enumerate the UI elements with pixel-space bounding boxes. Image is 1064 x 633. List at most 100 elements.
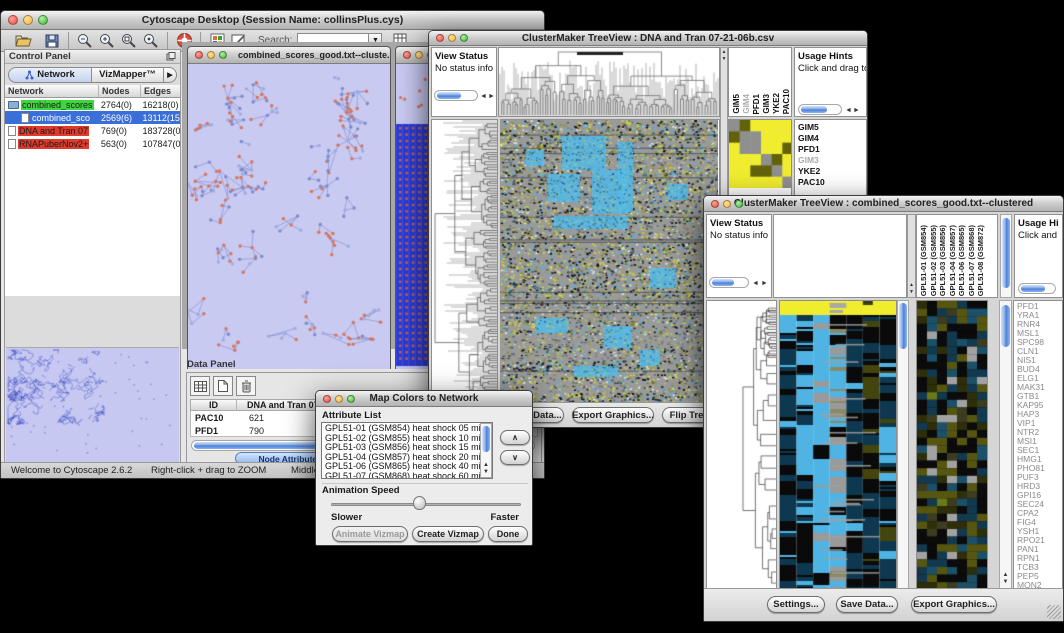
scroll-up-arrow[interactable]: ▲	[483, 462, 489, 469]
delete-attribute-trash-icon[interactable]	[236, 376, 256, 396]
view-status-hscrollbar[interactable]	[709, 277, 749, 288]
scrollbar-thumb[interactable]	[712, 279, 734, 286]
minimize-button[interactable]	[415, 51, 423, 59]
gene-label[interactable]: GIM5	[798, 122, 866, 133]
gene-label[interactable]: GIM3	[798, 155, 866, 166]
heatmap-canvas[interactable]	[780, 301, 896, 589]
speed-slider-thumb[interactable]	[413, 496, 426, 510]
speed-slider-track[interactable]	[331, 503, 521, 506]
row-dendrogram-canvas[interactable]	[432, 120, 498, 404]
close-button[interactable]	[8, 15, 18, 25]
create-vizmap-button[interactable]: Create Vizmap	[412, 526, 484, 542]
gene-label[interactable]: GIM4	[798, 133, 866, 144]
scroll-left-arrow[interactable]: ◄	[480, 93, 487, 100]
move-up-button[interactable]: ∧	[500, 430, 530, 445]
save-data-button[interactable]: Save Data...	[836, 596, 898, 613]
main-titlebar[interactable]: Cytoscape Desktop (Session Name: collins…	[1, 11, 544, 30]
dialog-titlebar[interactable]: Map Colors to Network	[316, 391, 532, 407]
zoom-heatmap-canvas[interactable]	[729, 120, 792, 188]
close-button[interactable]	[436, 34, 444, 42]
minimize-button[interactable]	[23, 15, 33, 25]
network1-titlebar[interactable]: combined_scores_good.txt--cluste...	[188, 47, 390, 64]
gene-list-vscrollbar[interactable]: ▲ ▼	[999, 300, 1012, 589]
export-graphics-button[interactable]: Export Graphics...	[572, 407, 654, 423]
minimize-button[interactable]	[723, 200, 731, 208]
heatmap-canvas[interactable]	[500, 120, 718, 404]
attribute-vscrollbar[interactable]: ▲ ▼	[480, 423, 492, 478]
zoom-out-icon[interactable]	[74, 31, 96, 51]
scroll-down-arrow[interactable]: ▼	[1003, 579, 1009, 586]
scrollbar-thumb[interactable]	[1001, 305, 1010, 347]
export-graphics-button[interactable]: Export Graphics...	[911, 596, 997, 613]
close-button[interactable]	[323, 395, 331, 403]
scroll-left-arrow[interactable]: ◄	[752, 280, 759, 287]
network-table-row[interactable]: combined_sco 2569(6) 13112(15)	[5, 111, 180, 124]
zoom-window-button[interactable]	[460, 34, 468, 42]
open-file-icon[interactable]	[13, 31, 35, 51]
move-down-button[interactable]: ∨	[500, 450, 530, 465]
done-button[interactable]: Done	[488, 526, 528, 542]
minimize-button[interactable]	[448, 34, 456, 42]
data-col-id[interactable]: ID	[191, 400, 237, 410]
vertical-scroll-strip[interactable]: ▲▼	[907, 214, 916, 298]
tab-vizmapper[interactable]: VizMapper™	[92, 67, 164, 83]
scrollbar-thumb[interactable]	[1021, 285, 1045, 292]
heatmap-vscrollbar[interactable]	[897, 300, 909, 589]
row-dendrogram-canvas[interactable]	[707, 301, 777, 589]
scrollbar-thumb[interactable]	[1002, 218, 1010, 288]
scroll-right-arrow[interactable]: ►	[761, 280, 768, 287]
zoom-window-button[interactable]	[735, 200, 743, 208]
scroll-left-arrow[interactable]: ◄	[845, 107, 852, 114]
gene-label[interactable]: PFD1	[798, 144, 866, 155]
zoom-heatmap-panel[interactable]	[916, 300, 988, 589]
heatmap-panel[interactable]	[500, 119, 720, 404]
usage-hints-hscrollbar[interactable]	[1018, 283, 1056, 294]
attribute-item[interactable]: GPL51-07 (GSM868) heat shock 60 min	[325, 472, 492, 480]
zoom-heatmap-canvas[interactable]	[917, 301, 987, 589]
attribute-listbox[interactable]: GPL51-01 (GSM854) heat shock 05 minGPL51…	[321, 422, 493, 479]
view-status-hscrollbar[interactable]	[434, 90, 478, 101]
close-button[interactable]	[403, 51, 411, 59]
column-dendrogram-panel[interactable]	[773, 214, 907, 298]
resize-grip[interactable]	[1047, 605, 1061, 619]
minimize-button[interactable]	[335, 395, 343, 403]
zoom-window-button[interactable]	[347, 395, 355, 403]
minimize-button[interactable]	[207, 51, 215, 59]
settings-button[interactable]: Settings...	[767, 596, 825, 613]
network-overview-panel[interactable]	[6, 347, 179, 462]
tab-network[interactable]: Network	[8, 67, 92, 83]
scrollbar-thumb[interactable]	[801, 106, 827, 113]
gene-label[interactable]: YKE2	[798, 166, 866, 177]
array-labels-vscrollbar[interactable]	[1000, 214, 1012, 298]
usage-hints-hscrollbar[interactable]	[798, 104, 842, 115]
close-button[interactable]	[195, 51, 203, 59]
column-dendrogram-panel[interactable]	[498, 47, 720, 117]
new-attribute-icon[interactable]	[213, 376, 233, 396]
tab-overflow-arrow[interactable]: ▶	[164, 67, 177, 83]
network-table-row[interactable]: DNA and Tran 07 769(0) 183728(0)	[5, 124, 180, 137]
gene-label[interactable]: PAC10	[798, 177, 866, 188]
scrollbar-thumb[interactable]	[899, 303, 907, 349]
zoom-window-button[interactable]	[38, 15, 48, 25]
zoom-fit-icon[interactable]	[118, 31, 140, 51]
treeview-dna-titlebar[interactable]: ClusterMaker TreeView : DNA and Tran 07-…	[429, 31, 867, 46]
animate-vizmap-button[interactable]: Animate Vizmap	[332, 526, 408, 542]
network-table-row[interactable]: RNAPuberNov2+ 563(0) 107847(0)	[5, 137, 180, 150]
save-icon[interactable]	[41, 31, 63, 51]
scrollbar-thumb[interactable]	[437, 92, 461, 99]
scroll-right-arrow[interactable]: ►	[853, 107, 860, 114]
scrollbar-thumb[interactable]	[482, 426, 490, 452]
close-button[interactable]	[711, 200, 719, 208]
column-dendrogram-canvas[interactable]	[499, 48, 719, 116]
zoom-selected-icon[interactable]	[140, 31, 162, 51]
zoom-window-button[interactable]	[219, 51, 227, 59]
scroll-right-arrow[interactable]: ►	[488, 93, 495, 100]
row-dendrogram-panel[interactable]	[431, 119, 498, 404]
zoom-in-icon[interactable]	[96, 31, 118, 51]
row-dendrogram-panel[interactable]	[706, 300, 777, 589]
treeview-combined-titlebar[interactable]: ClusterMaker TreeView : combined_scores_…	[704, 196, 1063, 212]
network-view-canvas[interactable]	[188, 64, 390, 369]
scroll-up-arrow[interactable]: ▲	[1003, 572, 1009, 579]
float-panel-icon[interactable]	[166, 48, 176, 66]
heatmap-panel[interactable]	[779, 300, 897, 589]
